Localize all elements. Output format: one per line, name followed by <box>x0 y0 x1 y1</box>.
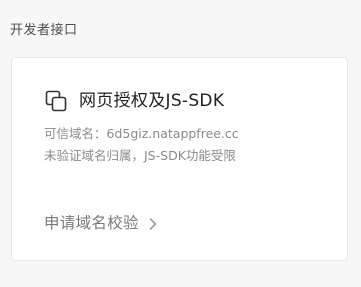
card-header: 网页授权及JS-SDK <box>44 88 224 114</box>
developer-interface-page: 开发者接口 网页授权及JS-SDK 可信域名：6d5giz.natappfree… <box>0 0 361 287</box>
domain-status-text: 未验证域名归属，JS-SDK功能受限 <box>44 148 236 163</box>
chevron-right-icon <box>147 216 159 230</box>
trusted-domain-label: 可信域名： <box>44 126 107 141</box>
card-title: 网页授权及JS-SDK <box>79 91 225 111</box>
apply-domain-verification-label: 申请域名校验 <box>44 214 139 232</box>
section-title: 开发者接口 <box>10 23 78 38</box>
copy-squares-icon <box>44 89 68 113</box>
apply-domain-verification-link[interactable]: 申请域名校验 <box>44 212 159 234</box>
trusted-domain-value: 6d5giz.natappfree.cc <box>106 126 239 141</box>
web-auth-card: 网页授权及JS-SDK 可信域名：6d5giz.natappfree.cc 未验… <box>11 57 348 261</box>
trusted-domain-row: 可信域名：6d5giz.natappfree.cc <box>44 125 239 143</box>
